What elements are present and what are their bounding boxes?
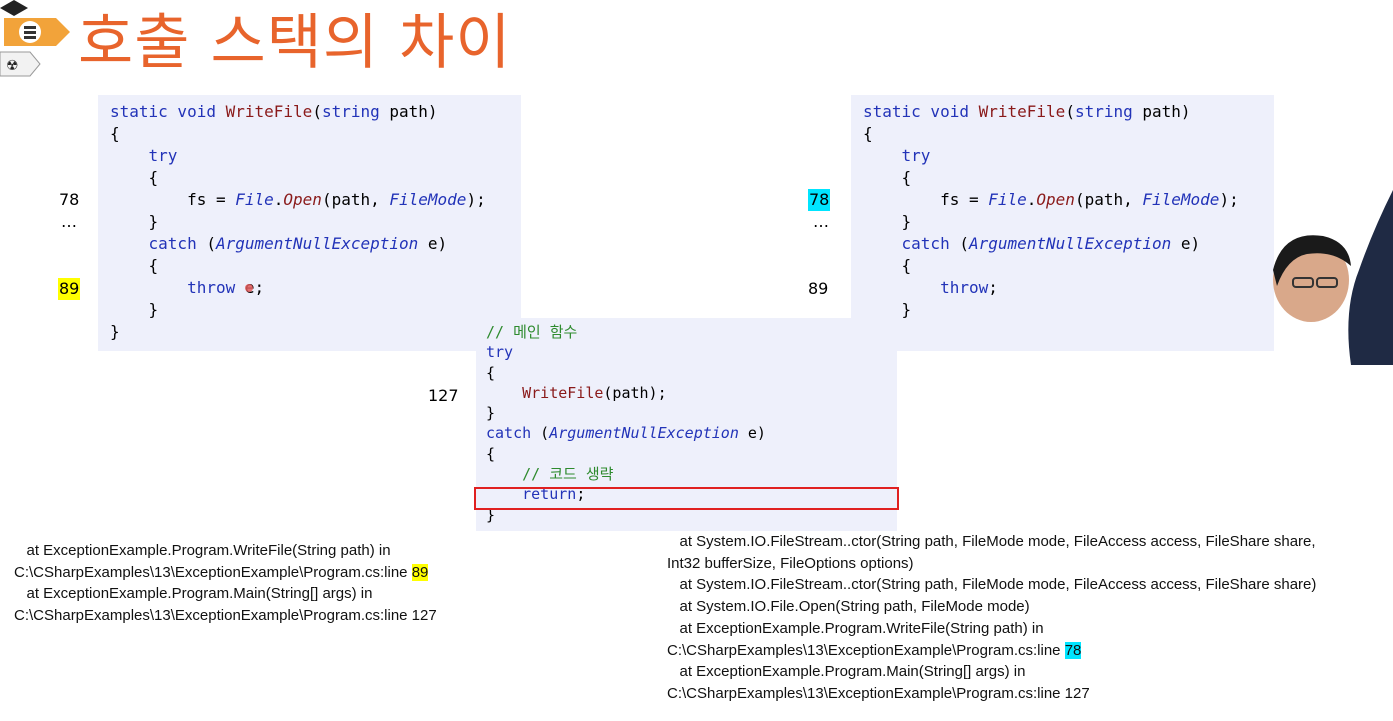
right-stack-trace: at System.IO.FileStream..ctor(String pat…: [667, 533, 1317, 702]
right-code-block: static void WriteFile(string path) { try…: [863, 102, 1239, 341]
right-line-78: 78: [808, 189, 831, 211]
return-highlight-box: [474, 487, 899, 510]
stacked-layers-icon: ☢: [0, 0, 70, 77]
left-stack-trace: at ExceptionExample.Program.WriteFile(St…: [14, 542, 437, 625]
right-line-ellipsis: …: [813, 212, 829, 231]
right-line-89: 89: [808, 279, 829, 298]
left-line-78: 78: [59, 190, 80, 209]
main-comment: // 메인 함수: [486, 323, 578, 341]
left-line-89: 89: [58, 278, 81, 300]
left-trace-line-highlight: 89: [411, 563, 429, 581]
left-code-block: static void WriteFile(string path) { try…: [110, 102, 486, 341]
cursor-dot: [245, 284, 253, 292]
main-line-127: 127: [428, 386, 459, 405]
slide-title: 호출 스택의 차이: [78, 8, 512, 78]
presenter-video: [1263, 190, 1393, 365]
omit-comment: // 코드 생략: [522, 465, 614, 484]
slide-logo: ☢: [0, 0, 72, 80]
left-line-ellipsis: …: [61, 212, 77, 231]
right-trace-line-highlight: 78: [1064, 641, 1082, 659]
svg-text:☢: ☢: [6, 58, 19, 74]
